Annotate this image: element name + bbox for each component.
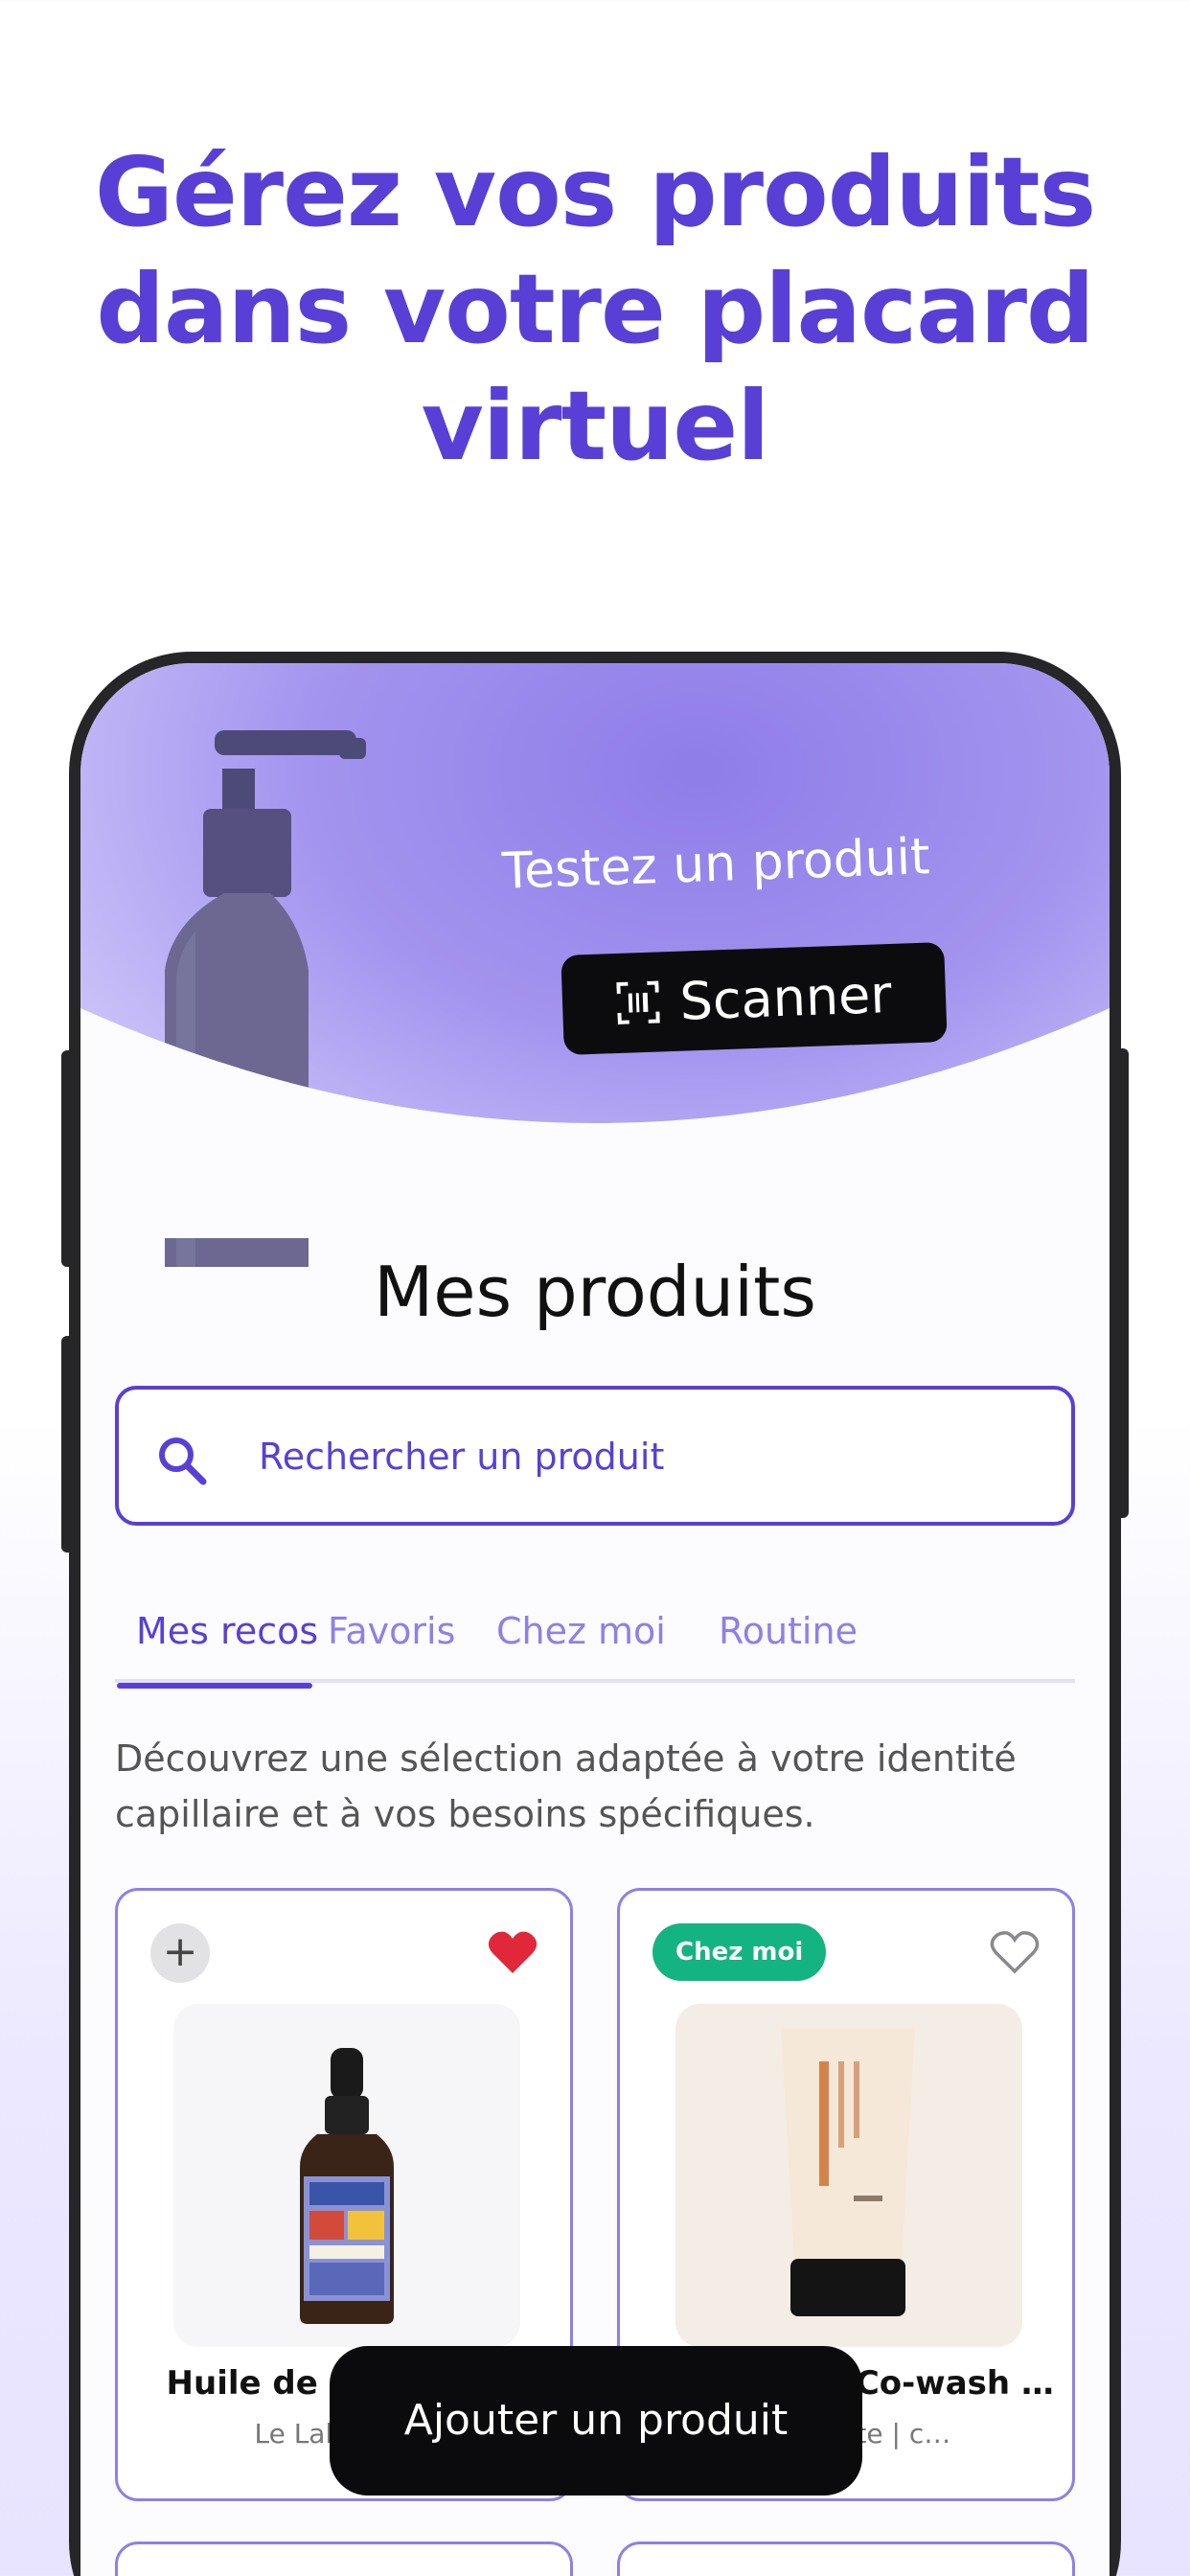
product-card[interactable]	[617, 2542, 1075, 2576]
heart-filled-icon[interactable]	[488, 1929, 538, 1975]
headline: Gérez vos produits dans votre placard vi…	[0, 134, 1190, 485]
product-card[interactable]	[115, 2542, 573, 2576]
scanner-label: Scanner	[678, 963, 893, 1032]
product-image	[675, 2004, 1022, 2347]
search-input[interactable]	[259, 1418, 1044, 1495]
phone-side-button	[61, 1336, 77, 1552]
tab-mes-recos[interactable]: Mes recos	[136, 1610, 318, 1683]
add-to-cupboard-button[interactable]: +	[150, 1923, 210, 1983]
page-title: Mes produits	[374, 1252, 816, 1332]
headline-line-2: dans votre placard	[96, 253, 1094, 365]
headline-line-1: Gérez vos produits	[94, 136, 1096, 248]
conditioner-tube-image	[781, 2029, 915, 2316]
add-product-button[interactable]: Ajouter un produit	[330, 2346, 862, 2496]
active-tab-indicator	[117, 1683, 312, 1689]
tab-favoris[interactable]: Favoris	[328, 1610, 455, 1683]
search-box[interactable]	[115, 1386, 1075, 1526]
phone-side-button	[61, 1050, 77, 1267]
tab-bar: Mes recos Favoris Chez moi Routine	[115, 1610, 1075, 1683]
search-icon	[159, 1438, 207, 1485]
oil-bottle-image	[300, 2048, 394, 2324]
tab-chez-moi[interactable]: Chez moi	[496, 1610, 666, 1683]
status-badge: Chez moi	[652, 1923, 827, 1981]
barcode-scan-icon	[615, 980, 660, 1024]
product-image	[173, 2004, 520, 2347]
headline-line-3: virtuel	[421, 370, 770, 482]
tab-routine[interactable]: Routine	[719, 1610, 858, 1683]
heart-outline-icon[interactable]	[990, 1929, 1040, 1975]
tab-description: Découvrez une sélection adaptée à votre …	[115, 1737, 1017, 1835]
app-screen: Testez un produit Scanner Mes produits M…	[80, 663, 1110, 2576]
scanner-button[interactable]: Scanner	[561, 942, 948, 1055]
phone-power-button	[1113, 1048, 1129, 1518]
